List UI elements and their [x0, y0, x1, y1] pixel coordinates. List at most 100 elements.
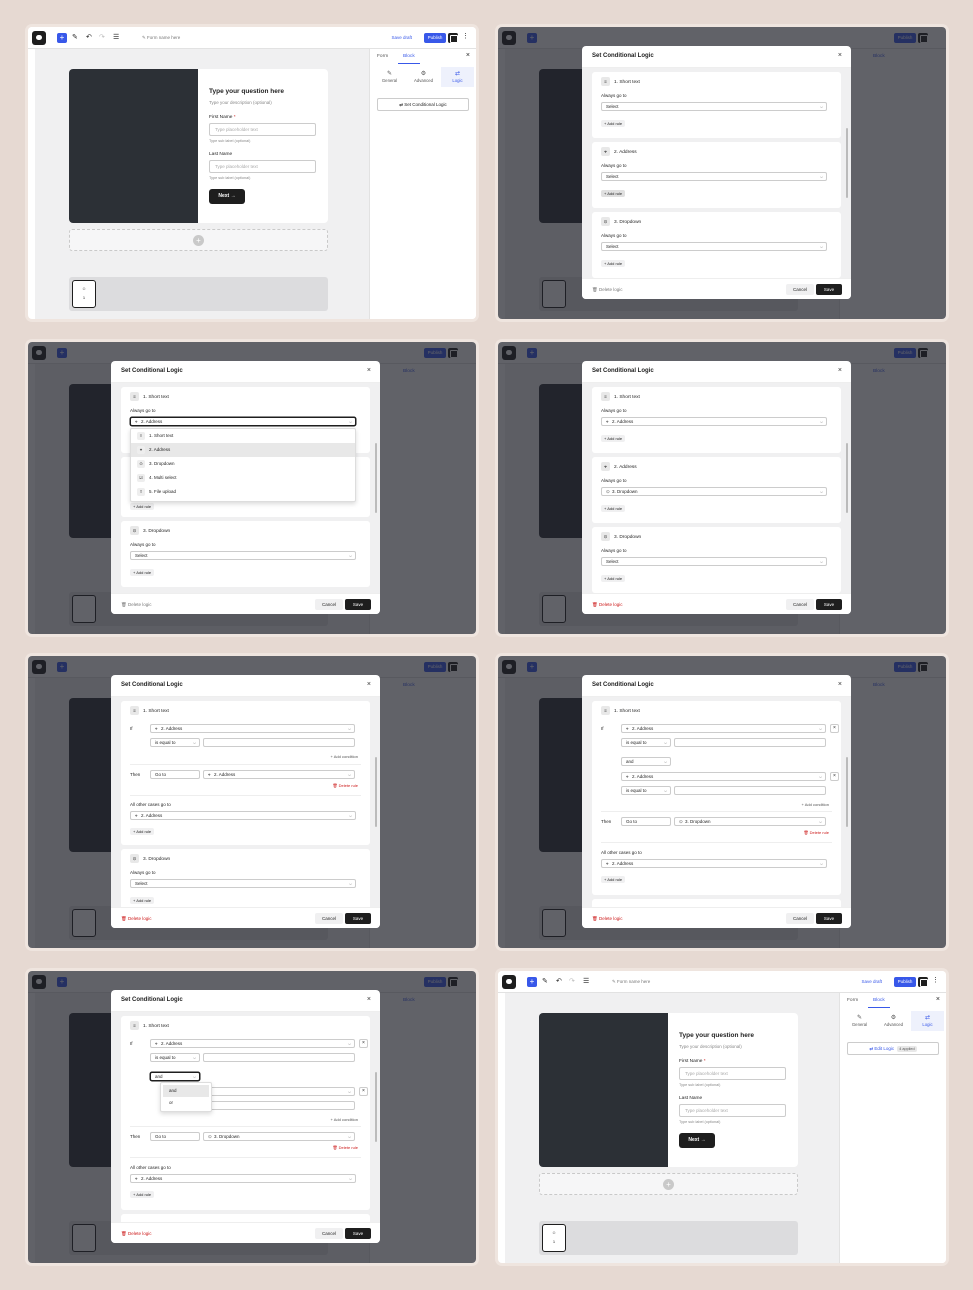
last-name-input[interactable]: Type placeholder text: [679, 1104, 786, 1117]
page-thumbnail[interactable]: ☺ 1: [542, 1224, 566, 1252]
action-select[interactable]: Go to: [150, 770, 200, 779]
save-button[interactable]: Save: [816, 599, 842, 610]
undo-icon[interactable]: ↶: [556, 977, 562, 987]
condition-value-input[interactable]: [203, 738, 355, 747]
condition-value-input[interactable]: [203, 1053, 355, 1062]
close-icon[interactable]: ×: [367, 681, 371, 688]
operator-select[interactable]: is equal to: [621, 738, 671, 747]
remove-condition-icon[interactable]: ×: [830, 772, 839, 781]
question-card[interactable]: Type your question here Type your descri…: [539, 1013, 798, 1167]
option-short-text[interactable]: ≡ 1. Short text: [131, 429, 355, 443]
add-rule-button[interactable]: + Add rule: [130, 503, 155, 510]
save-button[interactable]: Save: [816, 913, 842, 924]
condition-value-input[interactable]: [674, 738, 826, 747]
save-button[interactable]: Save: [345, 599, 371, 610]
question-card[interactable]: Type your question here Type your descri…: [69, 69, 328, 223]
target-select[interactable]: ⊙ 3. Dropdown: [203, 1132, 355, 1141]
app-logo-icon[interactable]: [32, 31, 46, 45]
tab-logic[interactable]: ⇄ Logic: [911, 1011, 944, 1031]
add-question-area[interactable]: [69, 229, 328, 251]
operator-select[interactable]: is equal to: [621, 786, 671, 795]
first-name-input[interactable]: Type placeholder text: [209, 123, 316, 136]
cancel-button[interactable]: Cancel: [786, 599, 814, 610]
action-select[interactable]: Go to: [621, 817, 671, 826]
cancel-button[interactable]: Cancel: [786, 284, 814, 295]
condition-field-select[interactable]: ⌖ 2. Address: [621, 772, 826, 781]
option-dropdown[interactable]: ⊙ 3. Dropdown: [131, 457, 355, 471]
publish-button[interactable]: Publish: [424, 33, 446, 43]
save-button[interactable]: Save: [345, 913, 371, 924]
cancel-button[interactable]: Cancel: [315, 913, 343, 924]
scrollbar[interactable]: [375, 1072, 377, 1142]
more-options-icon[interactable]: ⋮: [932, 976, 939, 984]
add-block-button[interactable]: +: [57, 33, 67, 43]
add-rule-button[interactable]: + Add rule: [601, 876, 626, 883]
option-and[interactable]: and: [163, 1085, 209, 1097]
cancel-button[interactable]: Cancel: [315, 1228, 343, 1239]
option-address[interactable]: ⌖ 2. Address: [131, 443, 355, 457]
tab-general[interactable]: ✎ General: [373, 67, 406, 87]
condition-field-select[interactable]: ⌖ 2. Address: [621, 724, 826, 733]
goto-select[interactable]: Select: [130, 879, 356, 888]
redo-icon[interactable]: ↷: [569, 977, 575, 987]
question-title[interactable]: Type your question here: [209, 88, 284, 95]
more-options-icon[interactable]: ⋮: [462, 32, 469, 40]
add-rule-button[interactable]: + Add rule: [130, 569, 155, 576]
page-thumbnail[interactable]: ☺ 1: [72, 280, 96, 308]
tab-advanced[interactable]: ⚙ Advanced: [407, 67, 440, 87]
goto-select[interactable]: Select: [130, 551, 356, 560]
tab-logic[interactable]: ⇄ Logic: [441, 67, 474, 87]
target-select[interactable]: ⊙ 3. Dropdown: [674, 817, 826, 826]
add-rule-button[interactable]: + Add rule: [601, 505, 626, 512]
delete-logic-button[interactable]: 🗑 Delete logic: [592, 287, 622, 293]
fallback-select[interactable]: ⌖ 2. Address: [601, 859, 827, 868]
close-icon[interactable]: ×: [367, 996, 371, 1003]
close-icon[interactable]: ×: [838, 367, 842, 374]
close-icon[interactable]: ×: [838, 681, 842, 688]
pen-icon[interactable]: ✎: [542, 977, 548, 987]
first-name-input[interactable]: Type placeholder text: [679, 1067, 786, 1080]
delete-rule-button[interactable]: 🗑 Delete rule: [803, 830, 829, 835]
last-name-input[interactable]: Type placeholder text: [209, 160, 316, 173]
add-rule-button[interactable]: + Add rule: [130, 897, 155, 904]
sidebar-toggle-icon[interactable]: [448, 33, 458, 43]
goto-select[interactable]: Select: [601, 557, 827, 566]
app-logo-icon[interactable]: [502, 975, 516, 989]
option-or[interactable]: or: [163, 1097, 209, 1109]
form-name-input[interactable]: ✎ Form name here: [142, 35, 180, 41]
scrollbar[interactable]: [375, 443, 377, 513]
goto-select[interactable]: ⊙ 3. Dropdown: [601, 487, 827, 496]
tab-block[interactable]: Block: [403, 54, 415, 59]
tab-block[interactable]: Block: [873, 998, 885, 1003]
list-view-icon[interactable]: ☰: [583, 977, 589, 987]
pen-icon[interactable]: ✎: [72, 33, 78, 43]
goto-select[interactable]: ⌖ 2. Address: [601, 417, 827, 426]
next-button[interactable]: Next →: [679, 1133, 715, 1148]
remove-condition-icon[interactable]: ×: [359, 1039, 368, 1048]
condition-value-input[interactable]: [203, 1101, 355, 1110]
goto-select[interactable]: ⌖ 2. Address: [130, 417, 356, 426]
redo-icon[interactable]: ↷: [99, 33, 105, 43]
scrollbar[interactable]: [846, 757, 848, 827]
delete-logic-button[interactable]: 🗑 Delete logic: [121, 916, 151, 922]
edit-logic-button[interactable]: ⇄ Edit Logic 4 applied: [847, 1042, 939, 1055]
close-icon[interactable]: ×: [367, 367, 371, 374]
tab-form[interactable]: Form: [847, 998, 858, 1003]
scrollbar[interactable]: [846, 128, 848, 198]
delete-rule-button[interactable]: 🗑 Delete rule: [332, 783, 358, 788]
condition-field-select[interactable]: [203, 1087, 355, 1096]
question-title[interactable]: Type your question here: [679, 1032, 754, 1039]
delete-rule-button[interactable]: 🗑 Delete rule: [332, 1145, 358, 1150]
goto-select[interactable]: Select: [601, 172, 827, 181]
undo-icon[interactable]: ↶: [86, 33, 92, 43]
add-rule-button[interactable]: + Add rule: [601, 260, 626, 267]
action-select[interactable]: Go to: [150, 1132, 200, 1141]
goto-select[interactable]: Select: [601, 102, 827, 111]
sidebar-toggle-icon[interactable]: [918, 977, 928, 987]
add-rule-button[interactable]: + Add rule: [601, 575, 626, 582]
condition-field-select[interactable]: ⌖ 2. Address: [150, 1039, 355, 1048]
add-condition-button[interactable]: + Add condition: [331, 754, 358, 759]
operator-select[interactable]: is equal to: [150, 1053, 200, 1062]
question-description[interactable]: Type your description (optional): [209, 100, 272, 105]
save-draft-button[interactable]: Save draft: [861, 979, 882, 984]
